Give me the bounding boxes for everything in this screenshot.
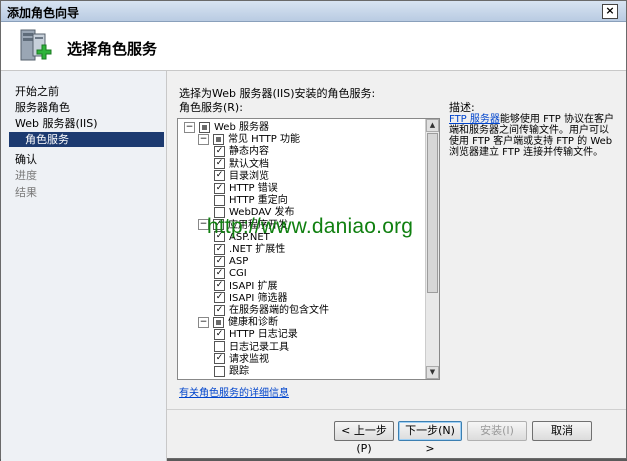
tree-item-checkbox[interactable]: ✓ — [214, 353, 225, 365]
role-services-label: 角色服务(R): — [179, 101, 243, 114]
tree-item-label: HTTP 重定向 — [229, 195, 288, 207]
tree-item-checkbox[interactable] — [199, 121, 210, 133]
tree-item-label: 日志记录工具 — [229, 341, 289, 353]
tree-item-label: 默认文档 — [229, 158, 269, 170]
tree-item[interactable]: ✓ ISAPI 扩展 — [214, 280, 277, 293]
nav-item-confirmation[interactable]: 确认 — [15, 151, 37, 167]
tree-item-checkbox[interactable]: ✓ — [214, 292, 225, 304]
tree-item-label: HTTP 日志记录 — [229, 329, 298, 341]
tree-item[interactable]: ✓ ASP — [214, 255, 248, 268]
nav-item-web-server-iis[interactable]: Web 服务器(IIS) — [15, 115, 98, 131]
tree-item[interactable]: ✓ 默认文档 — [214, 158, 269, 171]
watermark-text: http://www.daniao.org — [207, 215, 414, 238]
tree-item-label: 静态内容 — [229, 146, 269, 158]
tree-item-label: ISAPI 扩展 — [229, 280, 278, 292]
tree-item[interactable]: 跟踪 — [214, 365, 249, 378]
tree-item[interactable]: ✓ ISAPI 筛选器 — [214, 292, 287, 305]
tree-item[interactable]: − 常见 HTTP 功能 — [198, 133, 300, 146]
cancel-button[interactable]: 取消 — [532, 421, 592, 441]
tree-item-checkbox[interactable]: ✓ — [214, 267, 225, 279]
tree-item-label: ISAPI 筛选器 — [229, 292, 288, 304]
tree-item[interactable]: ✓ 在服务器端的包含文件 — [214, 304, 329, 317]
button-bar-divider — [167, 409, 626, 410]
page-title: 选择角色服务 — [67, 40, 158, 58]
window-title: 添加角色向导 — [7, 6, 80, 20]
more-info-link[interactable]: 有关角色服务的详细信息 — [179, 384, 289, 399]
wizard-nav: 开始之前 服务器角色 Web 服务器(IIS) 角色服务 确认 进度 结果 — [1, 71, 167, 461]
tree-item-label: 请求监视 — [229, 353, 269, 365]
tree-item-label: 健康和诊断 — [228, 317, 278, 329]
tree-item-checkbox[interactable] — [214, 341, 225, 353]
description-text: FTP 服务器能够使用 FTP 协议在客户端和服务器之间传输文件。用户可以使用 … — [449, 114, 614, 158]
tree-item-checkbox[interactable]: ✓ — [214, 182, 225, 194]
description-title: 描述: — [449, 101, 475, 114]
tree-item[interactable]: HTTP 重定向 — [214, 194, 288, 207]
tree-item[interactable]: ✓ 静态内容 — [214, 145, 269, 158]
back-button[interactable]: < 上一步(P) — [334, 421, 394, 455]
tree-item-checkbox[interactable] — [213, 316, 224, 328]
tree-item-checkbox[interactable]: ✓ — [214, 255, 225, 267]
ftp-server-link[interactable]: FTP 服务器 — [449, 114, 500, 125]
tree-item-label: CGI — [229, 268, 247, 280]
tree-item-label: 常见 HTTP 功能 — [228, 134, 300, 146]
tree-item-label: 跟踪 — [229, 366, 249, 377]
tree-item[interactable]: 日志记录工具 — [214, 341, 289, 354]
collapse-icon[interactable]: − — [198, 316, 209, 328]
title-bar: 添加角色向导 × — [1, 1, 626, 22]
tree-item[interactable]: − 健康和诊断 — [198, 316, 278, 329]
tree-item[interactable]: ✓ .NET 扩展性 — [214, 243, 285, 256]
tree-item[interactable]: ✓ HTTP 日志记录 — [214, 328, 298, 341]
add-roles-wizard-window: 添加角色向导 × 选择角色服务 开始之前 服务器角色 Web 服务器(IIS) … — [0, 0, 627, 461]
close-button[interactable]: × — [602, 4, 618, 19]
scroll-up-icon[interactable]: ▲ — [426, 119, 439, 132]
collapse-icon[interactable]: − — [184, 121, 195, 133]
tree-item-checkbox[interactable]: ✓ — [214, 170, 225, 182]
tree-item-label: 目录浏览 — [229, 170, 269, 182]
tree-item-checkbox[interactable]: ✓ — [214, 280, 225, 292]
tree-item-checkbox[interactable]: ✓ — [214, 158, 225, 170]
tree-item-checkbox[interactable]: ✓ — [214, 328, 225, 340]
role-services-tree[interactable]: − Web 服务器 − 常见 HTTP 功能 ✓ 静态内容 ✓ 默认文档 ✓ 目录浏览 ✓ HTTP … — [177, 118, 440, 380]
tree-item-checkbox[interactable] — [213, 133, 224, 145]
nav-item-results: 结果 — [15, 186, 37, 199]
tree-item-checkbox[interactable]: ✓ — [214, 145, 225, 157]
next-button[interactable]: 下一步(N) > — [398, 421, 462, 455]
install-button: 安装(I) — [467, 421, 527, 441]
tree-scrollbar[interactable]: ▲ ▼ — [425, 119, 439, 379]
nav-item-progress: 进度 — [15, 169, 37, 182]
tree-item-checkbox[interactable]: ✓ — [214, 304, 225, 316]
tree-item[interactable]: − Web 服务器 — [184, 121, 269, 134]
tree-item-checkbox[interactable] — [214, 194, 225, 206]
scroll-down-icon[interactable]: ▼ — [426, 366, 439, 379]
nav-item-server-roles[interactable]: 服务器角色 — [15, 99, 70, 115]
server-roles-add-icon — [20, 29, 52, 61]
tree-item[interactable]: ✓ CGI — [214, 267, 247, 280]
tree-item[interactable]: ✓ HTTP 错误 — [214, 182, 278, 195]
nav-item-role-services[interactable]: 角色服务 — [9, 132, 164, 147]
tree-item-checkbox[interactable]: ✓ — [214, 243, 225, 255]
tree-item[interactable]: ✓ 请求监视 — [214, 353, 269, 366]
tree-item-checkbox[interactable] — [214, 365, 225, 377]
tree-item-label: .NET 扩展性 — [229, 244, 286, 255]
tree-item-label: Web 服务器 — [214, 122, 269, 133]
tree-item-label: 在服务器端的包含文件 — [229, 305, 329, 316]
wizard-header: 选择角色服务 — [1, 22, 626, 71]
tree-item-label: ASP — [229, 256, 249, 268]
collapse-icon[interactable]: − — [198, 133, 209, 145]
nav-item-before-you-begin[interactable]: 开始之前 — [15, 83, 59, 99]
tree-item[interactable]: ✓ 目录浏览 — [214, 170, 269, 183]
tree-item-label: HTTP 错误 — [229, 183, 278, 194]
scroll-thumb[interactable] — [427, 133, 438, 293]
